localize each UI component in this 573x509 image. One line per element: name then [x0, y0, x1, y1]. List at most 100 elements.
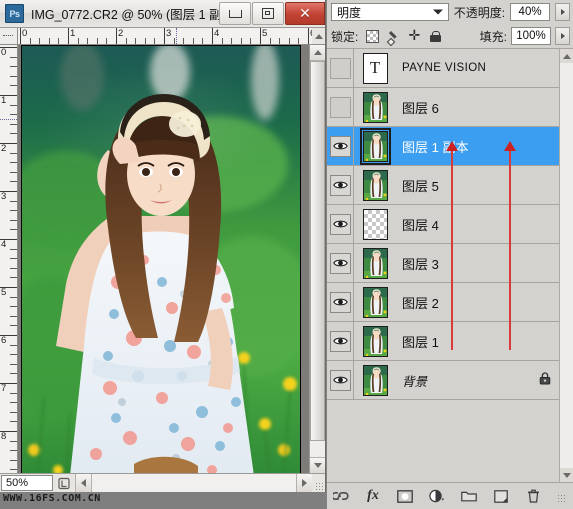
scroll-up-button[interactable] [312, 28, 325, 45]
scroll-up-arrow[interactable] [310, 45, 325, 61]
text-layer-thumbnail[interactable]: T [362, 52, 388, 84]
adjustment-layer-icon[interactable] [428, 487, 446, 505]
layer-row[interactable]: 图层 1 副本 [327, 127, 559, 166]
restore-button[interactable] [252, 2, 284, 25]
layer-row[interactable]: 图层 5 [327, 166, 559, 205]
layers-scroll-track[interactable] [560, 63, 573, 468]
scroll-left-arrow[interactable] [76, 474, 92, 492]
ruler-minor-tick [173, 38, 175, 44]
layers-scroll-up[interactable] [560, 49, 573, 63]
eye-icon[interactable] [329, 291, 351, 313]
ruler-label: 3 [166, 28, 172, 39]
ruler-minor-tick [29, 38, 31, 44]
canvas-image[interactable] [21, 45, 301, 473]
layer-thumbnail[interactable] [362, 169, 388, 201]
ruler-minor-tick [10, 123, 17, 125]
fill-input[interactable]: 100% [511, 27, 551, 45]
layer-row[interactable]: T PAYNE VISION [327, 49, 559, 88]
zoom-level-field[interactable]: 50% [1, 475, 53, 491]
layer-style-fx-icon[interactable]: fx [364, 487, 382, 505]
ruler-minor-tick [144, 38, 146, 44]
eye-icon[interactable] [329, 135, 351, 157]
ruler-minor-tick [10, 450, 17, 452]
blend-mode-select[interactable]: 明度 [331, 3, 449, 21]
opacity-slider-button[interactable] [555, 3, 570, 21]
layer-row[interactable]: 图层 4 [327, 205, 559, 244]
close-button[interactable]: ✕ [285, 2, 325, 25]
eye-icon[interactable] [329, 213, 351, 235]
layer-row[interactable]: 背景 [327, 361, 559, 400]
ruler-minor-tick [106, 38, 108, 44]
layer-thumbnail[interactable] [362, 91, 388, 123]
eye-off-icon[interactable] [329, 57, 351, 79]
eye-icon[interactable] [329, 330, 351, 352]
new-group-icon[interactable] [460, 487, 478, 505]
minimize-button[interactable] [219, 2, 251, 25]
new-layer-icon[interactable] [492, 487, 510, 505]
lock-transparency-icon[interactable] [365, 29, 379, 43]
layer-row[interactable]: 图层 6 [327, 88, 559, 127]
layer-row[interactable]: 图层 3 [327, 244, 559, 283]
panel-resize-grip[interactable] [556, 487, 566, 505]
layer-visibility-cell [327, 49, 354, 87]
hscroll-track[interactable] [92, 474, 296, 492]
ruler-minor-tick [10, 162, 17, 164]
document-info-icon[interactable] [53, 474, 76, 492]
lock-position-icon[interactable]: ✛ [407, 29, 421, 43]
layer-thumbnail-cell [354, 208, 396, 240]
lock-all-icon[interactable] [428, 29, 442, 43]
layer-thumbnail-cell: T [354, 52, 396, 84]
layer-row[interactable]: 图层 1 [327, 322, 559, 361]
ruler-minor-tick [10, 306, 17, 308]
ruler-minor-tick [231, 38, 233, 44]
ruler-minor-tick [10, 85, 17, 87]
red-arrow-left [446, 141, 458, 350]
layer-thumbnail[interactable] [362, 286, 388, 318]
ruler-minor-tick [10, 210, 17, 212]
layers-list[interactable]: T PAYNE VISION 图层 6 图层 1 副本 图层 5 图层 4 图层… [327, 49, 559, 482]
delete-layer-icon[interactable] [524, 487, 542, 505]
canvas-horizontal-scrollbar[interactable] [76, 474, 312, 492]
fill-slider-button[interactable] [555, 27, 570, 45]
triangle-right-icon [560, 33, 565, 39]
layer-thumbnail-art [363, 131, 387, 161]
layer-thumbnail[interactable] [362, 325, 388, 357]
vertical-ruler[interactable]: 0 1 2 3 4 5 6 7 8 [0, 45, 18, 473]
layer-thumbnail-cell [354, 325, 396, 357]
layer-thumbnail[interactable] [359, 127, 391, 165]
ruler-label: 4 [1, 239, 7, 250]
vscroll-track[interactable] [310, 61, 325, 457]
ruler-minor-tick [77, 38, 79, 44]
layer-visibility-cell [327, 244, 354, 282]
eye-icon[interactable] [329, 174, 351, 196]
layer-thumbnail[interactable] [362, 247, 388, 279]
layer-thumbnail-art [363, 365, 387, 395]
ruler-minor-tick [10, 200, 17, 202]
canvas-area[interactable] [18, 45, 309, 473]
eye-icon[interactable] [329, 369, 351, 391]
link-layers-icon[interactable] [332, 487, 350, 505]
ruler-minor-tick [10, 344, 17, 346]
layers-scroll-down[interactable] [560, 468, 573, 482]
opacity-input[interactable]: 40% [510, 3, 551, 21]
document-titlebar[interactable]: Ps IMG_0772.CR2 @ 50% (图层 1 副本,... ✕ [0, 0, 325, 28]
add-layer-mask-icon[interactable] [396, 487, 414, 505]
resize-grip[interactable] [312, 474, 325, 492]
scroll-down-arrow[interactable] [310, 457, 325, 473]
ruler-minor-tick [135, 38, 137, 44]
layers-vertical-scrollbar[interactable] [559, 49, 573, 482]
vscroll-thumb[interactable] [310, 61, 325, 442]
layer-row[interactable]: 图层 2 [327, 283, 559, 322]
lock-icon-group: ✛ [365, 29, 442, 43]
layer-thumbnail[interactable] [362, 364, 388, 396]
scroll-right-arrow[interactable] [296, 474, 312, 492]
canvas-vertical-scrollbar[interactable] [309, 45, 325, 473]
eye-icon[interactable] [329, 252, 351, 274]
ruler-minor-tick [10, 114, 17, 116]
eye-off-icon[interactable] [329, 96, 351, 118]
lock-image-icon[interactable] [386, 29, 400, 43]
ruler-corner[interactable] [0, 28, 18, 45]
transparent-layer-thumbnail[interactable] [362, 208, 388, 240]
horizontal-ruler[interactable]: 0 1 2 3 4 5 6 [18, 28, 312, 45]
ruler-minor-tick [279, 38, 281, 44]
